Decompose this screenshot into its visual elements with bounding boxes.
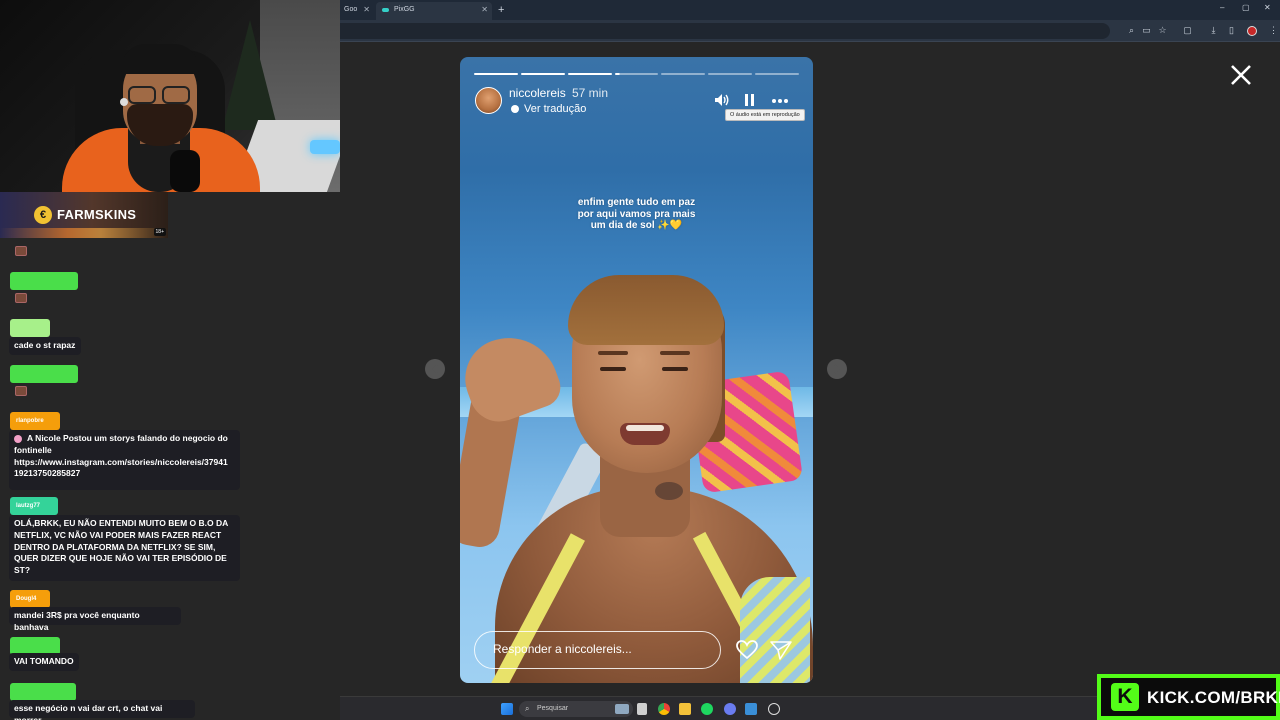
browser-tabbar: Goo ✕ PixGG ✕ + – ▢ ✕: [340, 0, 1280, 20]
side-panel-icon[interactable]: ▯: [1226, 25, 1237, 36]
close-tab-icon[interactable]: ✕: [363, 2, 370, 18]
chat-message: VAI TOMANDO: [9, 653, 79, 671]
screen: € FARMSKINS 18+ cade o st rapaz rlanpobr…: [0, 0, 1280, 720]
like-button[interactable]: [735, 639, 759, 661]
story-progress-bar: [474, 73, 800, 75]
story-progress-segment: [614, 73, 659, 75]
translate-dot-icon: [511, 105, 519, 113]
webcam-feed: [0, 0, 340, 192]
chat-message: cade o st rapaz: [9, 337, 81, 355]
chat-username[interactable]: [10, 683, 76, 701]
chat-username[interactable]: lautzg77: [10, 497, 58, 515]
maximize-button[interactable]: ▢: [1242, 3, 1250, 12]
chat-message: OLÁ,BRKK, EU NÃO ENTENDI MUITO BEM O B.O…: [9, 515, 240, 581]
taskbar-search[interactable]: ⌕ Pesquisar: [519, 701, 633, 717]
story-progress-segment: [661, 73, 706, 75]
send-icon: [770, 641, 792, 660]
chat-panel: cade o st rapaz rlanpobre A Nicole Posto…: [0, 238, 340, 720]
audio-tooltip: O áudio está em reprodução: [725, 109, 805, 121]
start-button-icon[interactable]: [501, 703, 513, 715]
kick-overlay: K KICK.COM/BRKK: [1097, 674, 1280, 720]
sponsor-logo-icon: €: [34, 206, 52, 224]
minimize-button[interactable]: –: [1220, 3, 1224, 12]
story-time: 57 min: [572, 86, 609, 100]
task-view-icon[interactable]: [637, 703, 647, 715]
kick-url: KICK.COM/BRKK: [1147, 688, 1280, 707]
chat-username[interactable]: [10, 319, 50, 337]
age-badge: 18+: [153, 228, 166, 236]
story-viewer[interactable]: niccolereis 57 min Ver tradução O áudio …: [460, 57, 813, 683]
share-button[interactable]: [769, 639, 793, 661]
translate-link[interactable]: Ver tradução: [524, 103, 586, 115]
zoom-icon[interactable]: ⌕: [1126, 25, 1137, 36]
profile-avatar[interactable]: [1247, 26, 1257, 36]
speaker-icon: [715, 94, 729, 106]
browser-menu-icon[interactable]: ⋮: [1268, 25, 1279, 36]
story-author-avatar[interactable]: [475, 87, 502, 114]
chat-emote: [15, 246, 27, 256]
microphone: [170, 150, 200, 192]
story-progress-segment: [567, 73, 612, 75]
chat-emote: [15, 386, 27, 396]
chat-username[interactable]: rlanpobre: [10, 412, 60, 430]
cast-icon[interactable]: ▭: [1141, 25, 1152, 36]
story-next-button[interactable]: [827, 359, 847, 379]
chat-username[interactable]: [10, 365, 78, 383]
story-username[interactable]: niccolereis: [509, 86, 566, 100]
close-icon: [1231, 65, 1251, 85]
heart-icon: [14, 434, 22, 443]
sponsor-name: FARMSKINS: [57, 207, 137, 222]
chat-emote: [15, 293, 27, 303]
chrome-icon[interactable]: [658, 703, 670, 715]
browser-tab-active[interactable]: PixGG ✕: [376, 2, 492, 20]
chat-message: esse negócio n vai dar crt, o chat vai m…: [9, 700, 195, 720]
pause-button[interactable]: [741, 91, 759, 109]
chat-message: mandei 3R$ pra você enquanto banhava: [9, 607, 181, 632]
extensions-icon[interactable]: ▢: [1182, 25, 1193, 36]
new-tab-button[interactable]: +: [498, 2, 504, 18]
story-prev-button[interactable]: [425, 359, 445, 379]
story-progress-segment: [708, 73, 753, 75]
kick-logo-icon: K: [1111, 683, 1139, 711]
story-progress-segment: [755, 73, 800, 75]
chat-message: A Nicole Postou um storys falando do neg…: [9, 430, 240, 490]
heart-icon: [736, 640, 758, 660]
download-icon[interactable]: ⤓: [1208, 25, 1219, 36]
christmas-tree: [222, 20, 278, 130]
address-bar-row: ⌕ ▭ ☆ ▢ ⤓ ▯ ⋮: [340, 20, 1280, 42]
story-caption: enfim gente tudo em paz por aqui vamos p…: [577, 197, 696, 231]
close-window-button[interactable]: ✕: [1264, 3, 1271, 12]
tab-favicon-icon: [382, 8, 389, 12]
steam-icon[interactable]: [745, 703, 757, 715]
reply-input[interactable]: Responder a niccolereis...: [474, 631, 721, 669]
chat-username[interactable]: Dougl4: [10, 590, 50, 608]
chat-username[interactable]: [10, 272, 78, 290]
browser-tab[interactable]: Goo ✕: [340, 2, 374, 20]
story-progress-segment: [474, 73, 518, 75]
close-story-button[interactable]: [1228, 62, 1254, 88]
story-progress-segment: [520, 73, 565, 75]
address-bar[interactable]: [340, 23, 1110, 39]
spotify-icon[interactable]: [701, 703, 713, 715]
close-tab-icon[interactable]: ✕: [481, 2, 488, 18]
more-options-button[interactable]: [771, 91, 789, 109]
bookmark-star-icon[interactable]: ☆: [1157, 25, 1168, 36]
sponsor-banner: € FARMSKINS 18+: [0, 192, 168, 238]
discord-icon[interactable]: [724, 703, 736, 715]
chevron-left-icon: [431, 364, 438, 374]
obs-icon[interactable]: [768, 703, 780, 715]
file-explorer-icon[interactable]: [679, 703, 691, 715]
search-icon: ⌕: [525, 704, 530, 713]
chevron-right-icon: [834, 364, 841, 374]
sound-button[interactable]: [712, 91, 730, 109]
